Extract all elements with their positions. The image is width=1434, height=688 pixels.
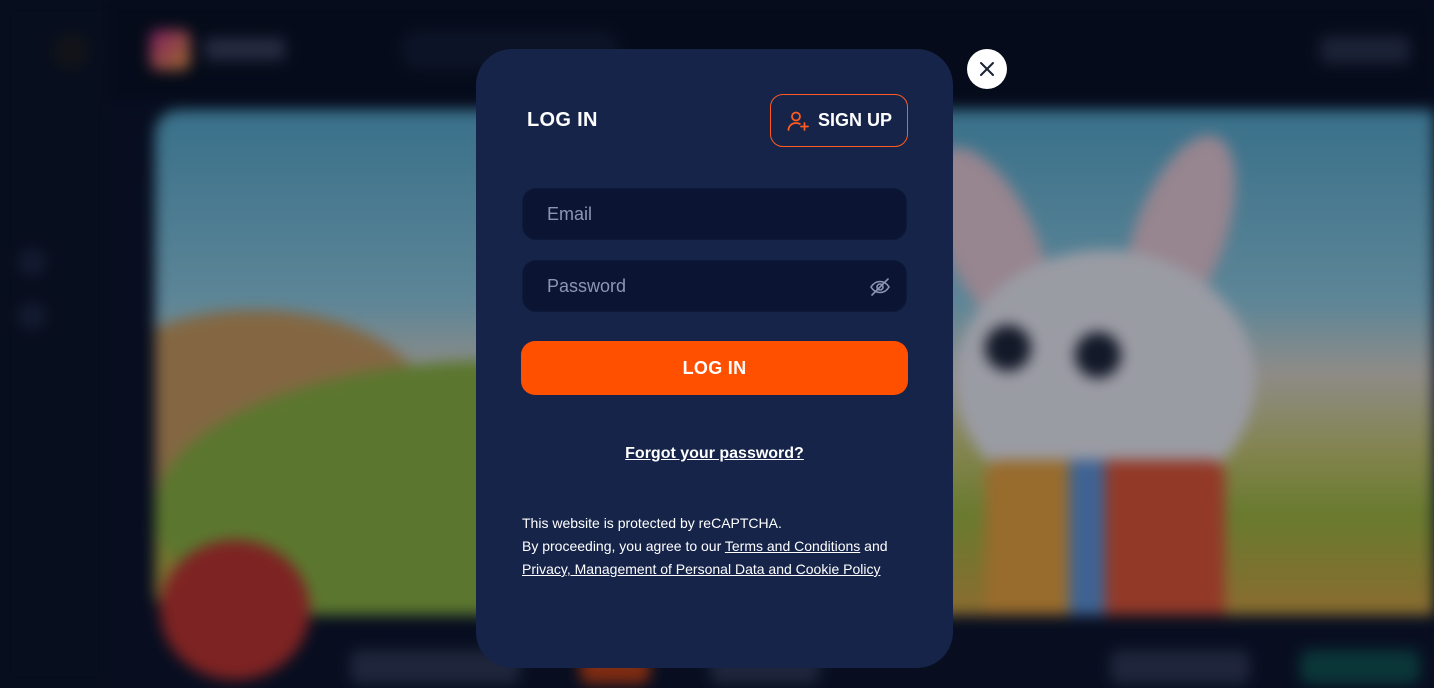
terms-suffix: and [860,538,888,554]
sign-up-button[interactable]: SIGN UP [770,94,908,147]
log-in-button[interactable]: LOG IN [521,341,908,395]
privacy-line: Privacy, Management of Personal Data and… [522,558,922,581]
close-button[interactable] [967,49,1007,89]
login-modal: LOG IN SIGN UP LOG IN Forgot your passwo… [476,49,953,668]
password-field-wrapper [522,260,907,312]
legal-notice: This website is protected by reCAPTCHA. … [522,512,922,581]
password-field[interactable] [523,261,906,311]
close-icon [980,62,994,76]
terms-line: By proceeding, you agree to our Terms an… [522,535,922,558]
forgot-password-container: Forgot your password? [476,445,953,463]
eye-off-icon[interactable] [868,275,892,299]
sign-up-label: SIGN UP [817,110,892,130]
terms-link[interactable]: Terms and Conditions [725,538,860,554]
recaptcha-notice: This website is protected by reCAPTCHA. [522,515,782,531]
modal-title: LOG IN [527,109,598,131]
terms-prefix: By proceeding, you agree to our [522,538,725,554]
email-field[interactable] [523,189,906,239]
email-field-wrapper [522,188,907,240]
user-plus-icon [787,111,809,131]
forgot-password-link[interactable]: Forgot your password? [625,445,804,462]
privacy-policy-link[interactable]: Privacy, Management of Personal Data and… [522,561,880,577]
